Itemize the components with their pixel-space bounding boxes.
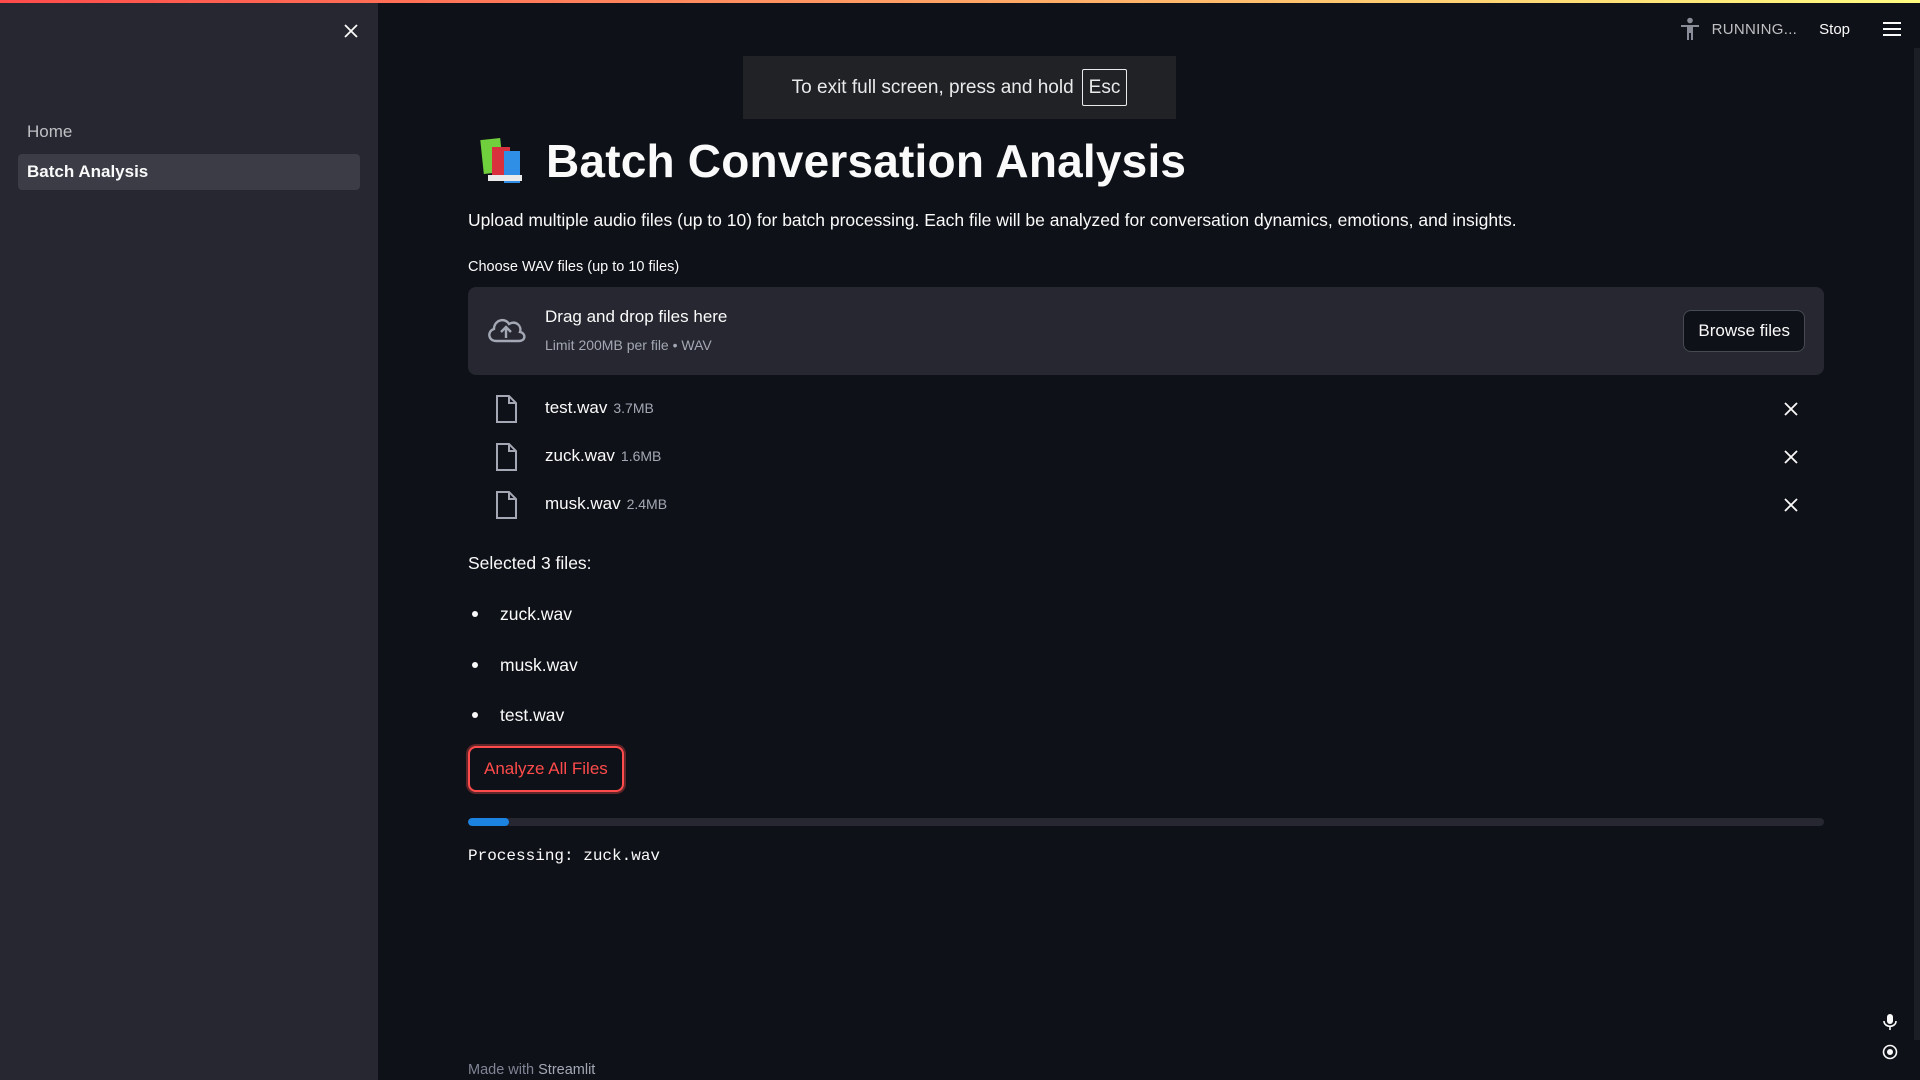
uploaded-file-name-text: test.wav <box>545 398 608 417</box>
record-icon <box>1882 1044 1898 1060</box>
hamburger-menu-icon <box>1883 22 1901 36</box>
close-icon <box>1784 498 1798 512</box>
uploaded-file-size: 1.6MB <box>620 448 662 464</box>
uploaded-file-row: test.wav 3.7MB <box>468 388 1824 436</box>
uploaded-file-list: test.wav 3.7MB zuck.wav 1.6MB musk.wav 2.4M… <box>468 388 1824 532</box>
footer: Made with Streamlit <box>468 1062 595 1078</box>
processing-status: Processing: zuck.wav <box>468 847 661 865</box>
uploaded-file-row: musk.wav 2.4MB <box>468 484 1824 532</box>
file-icon <box>496 395 517 423</box>
sidebar-nav: Home Batch Analysis <box>18 114 360 194</box>
top-decoration-bar <box>0 0 1920 3</box>
uploaded-file-name-text: zuck.wav <box>545 446 615 465</box>
close-sidebar-button[interactable] <box>338 18 364 44</box>
uploaded-file-size: 3.7MB <box>613 400 654 416</box>
uploaded-file-name: zuck.wav 1.6MB <box>545 446 661 466</box>
uploaded-file-name-text: musk.wav <box>545 494 621 513</box>
analyze-all-files-button[interactable]: Analyze All Files <box>468 746 624 792</box>
file-icon <box>496 491 517 519</box>
esc-key-label: Esc <box>1081 69 1128 106</box>
footer-prefix: Made with <box>468 1062 535 1078</box>
file-dropzone[interactable]: Drag and drop files here Limit 200MB per… <box>468 287 1824 375</box>
progress-bar <box>468 818 1824 826</box>
page-title-row: Batch Conversation Analysis <box>476 134 1186 188</box>
page-title: Batch Conversation Analysis <box>546 135 1187 187</box>
uploaded-file-name: test.wav 3.7MB <box>545 398 654 418</box>
list-item: musk.wav <box>468 652 578 703</box>
file-icon <box>496 443 517 471</box>
cloud-upload-icon <box>488 318 526 343</box>
main-menu-button[interactable] <box>1880 17 1904 41</box>
sidebar-item-home[interactable]: Home <box>18 114 360 150</box>
list-item: zuck.wav <box>468 601 578 652</box>
sidebar: Home Batch Analysis <box>0 0 378 1080</box>
dropzone-limit-text: Limit 200MB per file • WAV <box>545 337 712 353</box>
books-icon <box>480 138 522 183</box>
file-uploader-label: Choose WAV files (up to 10 files) <box>468 259 680 275</box>
selected-files-list: zuck.wav musk.wav test.wav <box>468 601 578 753</box>
uploaded-file-row: zuck.wav 1.6MB <box>468 436 1824 484</box>
browse-files-button[interactable]: Browse files <box>1683 310 1805 352</box>
selected-files-label: Selected 3 files: <box>468 553 592 573</box>
page-description: Upload multiple audio files (up to 10) f… <box>468 210 1517 230</box>
list-item: test.wav <box>468 702 578 753</box>
close-icon <box>1784 450 1798 464</box>
main-content: Batch Conversation Analysis Upload multi… <box>468 0 1824 1080</box>
scrollbar[interactable] <box>1914 48 1920 1040</box>
progress-bar-fill <box>468 818 509 826</box>
streamlit-link[interactable]: Streamlit <box>538 1062 595 1078</box>
record-button[interactable] <box>1880 1042 1900 1062</box>
remove-file-button[interactable] <box>1780 446 1802 468</box>
corner-tools <box>1880 1012 1900 1072</box>
microphone-icon <box>1883 1014 1897 1030</box>
uploaded-file-name: musk.wav 2.4MB <box>545 494 667 514</box>
fullscreen-notice-text: To exit full screen, press and hold <box>791 76 1074 98</box>
remove-file-button[interactable] <box>1780 398 1802 420</box>
dropzone-title: Drag and drop files here <box>545 307 728 326</box>
fullscreen-exit-notice: To exit full screen, press and hold Esc <box>743 56 1176 119</box>
microphone-button[interactable] <box>1880 1012 1900 1032</box>
close-icon <box>344 24 358 38</box>
sidebar-item-batch-analysis[interactable]: Batch Analysis <box>18 154 360 190</box>
close-icon <box>1784 402 1798 416</box>
remove-file-button[interactable] <box>1780 494 1802 516</box>
uploaded-file-size: 2.4MB <box>626 496 668 512</box>
